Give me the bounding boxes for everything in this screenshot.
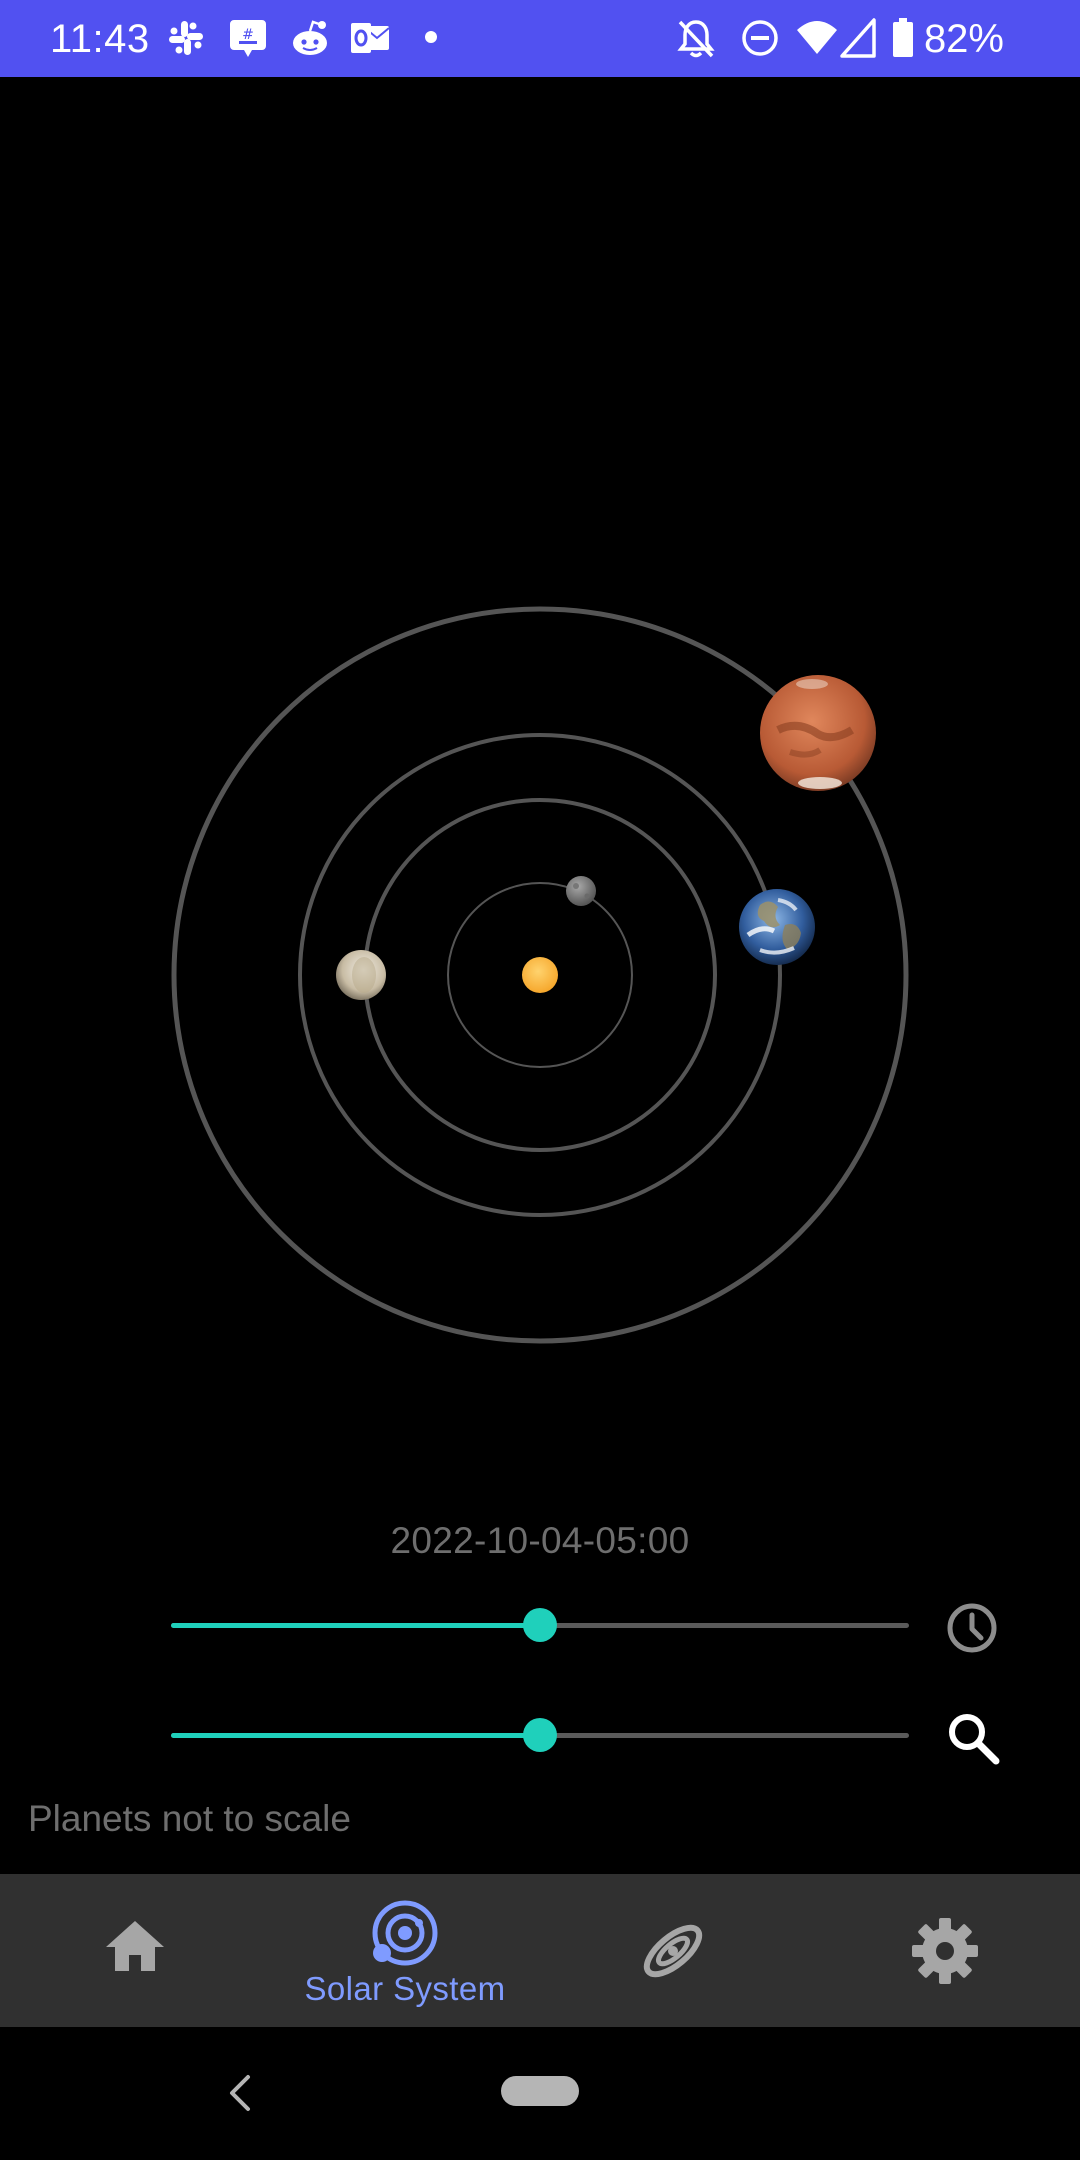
time-slider-thumb[interactable] [523, 1608, 557, 1642]
bell-off-icon [677, 20, 715, 58]
sun[interactable] [522, 957, 558, 993]
home-gesture-pill[interactable] [501, 2076, 579, 2106]
solar-system-icon [372, 1900, 438, 1966]
messaging-icon: # [230, 20, 266, 57]
nav-solar-system[interactable]: Solar System [290, 1874, 520, 2027]
mars[interactable] [760, 675, 876, 791]
nav-solar-system-label: Solar System [304, 1970, 506, 2007]
nav-galaxy[interactable] [636, 1874, 716, 2027]
wifi-icon [797, 21, 837, 54]
zoom-slider-active-track [171, 1733, 540, 1738]
do-not-disturb-icon [742, 20, 778, 56]
battery-icon [893, 18, 913, 57]
mercury[interactable] [566, 876, 596, 906]
status-bar: 11:43 # 82% [0, 0, 1080, 77]
time-slider[interactable] [171, 1600, 909, 1650]
zoom-slider-thumb[interactable] [523, 1718, 557, 1752]
date-readout: 2022-10-04-05:00 [390, 1520, 690, 1561]
scale-note: Planets not to scale [28, 1798, 351, 1839]
clock-icon[interactable] [945, 1601, 999, 1655]
outlook-icon [351, 23, 390, 53]
solar-system-view[interactable] [0, 77, 1080, 1477]
bottom-navigation: Solar System [0, 1874, 1080, 2027]
reddit-icon [293, 20, 327, 55]
system-navigation-bar [0, 2027, 1080, 2160]
back-chevron-icon[interactable] [222, 2071, 258, 2115]
galaxy-icon [643, 1924, 703, 1978]
app-screen: 11:43 # 82% 2022-10-04-05:00 Planets not… [0, 0, 1080, 2160]
cellular-signal-icon [840, 18, 876, 58]
more-dot-icon [425, 31, 437, 43]
gear-icon [912, 1918, 978, 1984]
slack-icon [169, 21, 203, 55]
zoom-slider[interactable] [171, 1710, 909, 1760]
status-time: 11:43 [50, 17, 150, 61]
search-icon[interactable] [945, 1710, 1001, 1766]
venus[interactable] [336, 950, 386, 1000]
time-slider-active-track [171, 1623, 540, 1628]
battery-percentage: 82% [923, 17, 1004, 61]
earth[interactable] [739, 889, 815, 965]
svg-text:#: # [242, 27, 254, 43]
nav-settings[interactable] [908, 1874, 988, 2027]
home-icon [106, 1921, 164, 1971]
nav-home[interactable] [98, 1874, 172, 2027]
